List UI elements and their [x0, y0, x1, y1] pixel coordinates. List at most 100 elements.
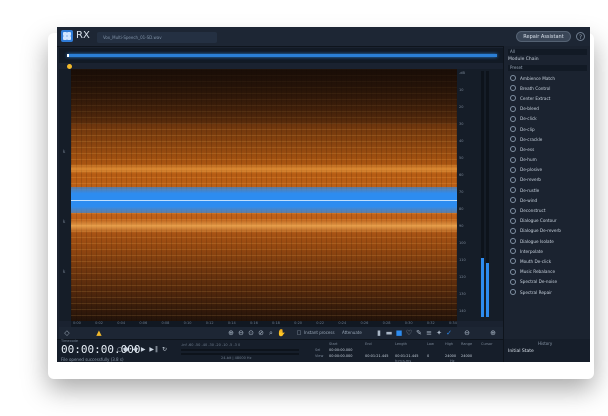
db-tick-label: 70: [459, 190, 464, 194]
time-tick-label: 0:22: [316, 321, 325, 325]
magic-wand-icon[interactable]: ✦: [435, 329, 443, 337]
db-tick-label: 60: [459, 173, 464, 177]
level-meter-right: [486, 71, 489, 317]
horizontal-zoom-in-icon[interactable]: ⊕: [489, 329, 497, 337]
debleed-icon: [510, 105, 516, 112]
module-item[interactable]: De-click: [506, 114, 589, 124]
title-bar: RX Vox_Multi-Speech_01-SD.wav Repair Ass…: [57, 27, 590, 47]
selection-value[interactable]: 24000: [461, 354, 472, 358]
module-item[interactable]: Spectral Repair: [506, 287, 589, 297]
db-tick-label: 50: [459, 156, 464, 160]
module-item[interactable]: De-rustle: [506, 185, 589, 195]
decrackle-icon: [510, 136, 516, 143]
zoom-in-icon[interactable]: ⊕: [227, 329, 235, 337]
module-label: De-click: [520, 116, 537, 122]
time-tick-label: 0:16: [249, 321, 258, 325]
check-icon[interactable]: ✓: [445, 329, 453, 337]
module-label: Deconstruct: [520, 208, 546, 214]
zoom-out-icon[interactable]: ⊖: [237, 329, 245, 337]
module-item[interactable]: Mouth De-click: [506, 256, 589, 266]
time-tick-label: 0:14: [227, 321, 236, 325]
module-label: Spectral Repair: [520, 289, 553, 295]
freq-select-icon[interactable]: ▬: [385, 329, 393, 337]
time-tick-label: 0:28: [382, 321, 391, 325]
module-item[interactable]: Ambience Match: [506, 73, 589, 83]
magnify-icon[interactable]: ⌕: [267, 329, 275, 337]
help-icon[interactable]: ?: [576, 32, 585, 41]
module-item[interactable]: De-crackle: [506, 134, 589, 144]
bit-info: 24-bit | 48000 Hz: [221, 356, 252, 360]
time-tick-label: 0:02: [95, 321, 103, 325]
rect-select-icon[interactable]: ■: [395, 329, 403, 337]
file-tab[interactable]: Vox_Multi-Speech_01-SD.wav: [97, 32, 217, 43]
module-item[interactable]: De-wind: [506, 195, 589, 205]
pin-icon[interactable]: ◇: [63, 329, 71, 337]
module-label: De-bleed: [520, 106, 539, 112]
repair-assistant-button[interactable]: Repair Assistant: [516, 31, 571, 42]
lasso-icon[interactable]: ♡: [405, 329, 413, 337]
deess-icon: [510, 146, 516, 153]
module-item[interactable]: Dialogue Contour: [506, 216, 589, 226]
module-item[interactable]: Deconstruct: [506, 205, 589, 215]
zoom-fit-icon[interactable]: ⊘: [257, 329, 265, 337]
instant-process-label: Instant process: [304, 330, 335, 335]
selection-value[interactable]: 0: [427, 354, 429, 358]
db-tick-label: -dB: [459, 71, 465, 75]
warning-icon[interactable]: ▲: [95, 329, 103, 337]
db-tick-label: 100: [459, 241, 466, 245]
time-select-icon[interactable]: ▮: [375, 329, 383, 337]
selection-value[interactable]: 00:01:21.445: [365, 354, 389, 358]
module-item[interactable]: De-reverb: [506, 175, 589, 185]
selection-value[interactable]: 00:00:00.000: [329, 348, 353, 352]
selection-value[interactable]: 00:00:00.000: [329, 354, 353, 358]
hz-label: Hz: [450, 359, 455, 362]
hand-icon[interactable]: ✋: [277, 329, 286, 337]
preset-dropdown[interactable]: Preset: [508, 65, 587, 71]
module-item[interactable]: De-plosive: [506, 165, 589, 175]
time-tick-label: 0:24: [338, 321, 347, 325]
module-label: De-rustle: [520, 187, 540, 193]
module-chain-button[interactable]: Module Chain: [508, 57, 539, 62]
rebalance-icon: [510, 268, 516, 275]
time-tick-label: 0:30: [404, 321, 413, 325]
db-tick-label: 40: [459, 139, 464, 143]
brush-icon[interactable]: ✎: [415, 329, 423, 337]
left-axis-label: k: [63, 269, 66, 274]
declip-icon: [510, 126, 516, 133]
spectrogram-harmonic-band: [71, 219, 457, 233]
module-item[interactable]: De-ess: [506, 144, 589, 154]
module-item[interactable]: Spectral De-noise: [506, 277, 589, 287]
harmonic-select-icon[interactable]: ≡: [425, 329, 433, 337]
zoom-selection-icon[interactable]: ⊙: [247, 329, 255, 337]
module-filter[interactable]: All: [508, 49, 587, 55]
module-item[interactable]: De-hum: [506, 155, 589, 165]
waveform-overview[interactable]: [59, 48, 503, 63]
module-label: Mouth De-click: [520, 258, 552, 264]
declick-icon: [510, 115, 516, 122]
transport-controls[interactable]: ○● ◀ ▶ ▶‖ ↻: [117, 346, 168, 353]
interpolate-icon: [510, 248, 516, 255]
module-item[interactable]: Interpolate: [506, 246, 589, 256]
dewind-icon: [510, 197, 516, 204]
selection-value[interactable]: 24000: [445, 354, 456, 358]
instant-process-checkbox[interactable]: □: [295, 329, 303, 337]
left-axis: k k k: [59, 69, 71, 321]
time-tick-label: 0:10: [183, 321, 192, 325]
selection-header: Start: [329, 342, 338, 346]
module-item[interactable]: Dialogue Isolate: [506, 236, 589, 246]
module-item[interactable]: Breath Control: [506, 83, 589, 93]
attenuate-dropdown[interactable]: Attenuate: [342, 330, 362, 335]
module-item[interactable]: De-clip: [506, 124, 589, 134]
module-item[interactable]: Dialogue De-reverb: [506, 226, 589, 236]
history-item[interactable]: Initial State: [508, 349, 534, 354]
rx-logo-icon: [61, 30, 73, 42]
spectrogram-view[interactable]: [71, 69, 457, 321]
module-label: Center Extract: [520, 95, 551, 101]
selection-value[interactable]: 00:01:21.445: [395, 354, 419, 358]
module-label: Ambience Match: [520, 75, 555, 81]
module-item[interactable]: Center Extract: [506, 93, 589, 103]
module-item[interactable]: Music Rebalance: [506, 267, 589, 277]
module-item[interactable]: De-bleed: [506, 104, 589, 114]
horizontal-zoom-out-icon[interactable]: ⊖: [463, 329, 471, 337]
selection-header: Cursor: [481, 342, 493, 346]
